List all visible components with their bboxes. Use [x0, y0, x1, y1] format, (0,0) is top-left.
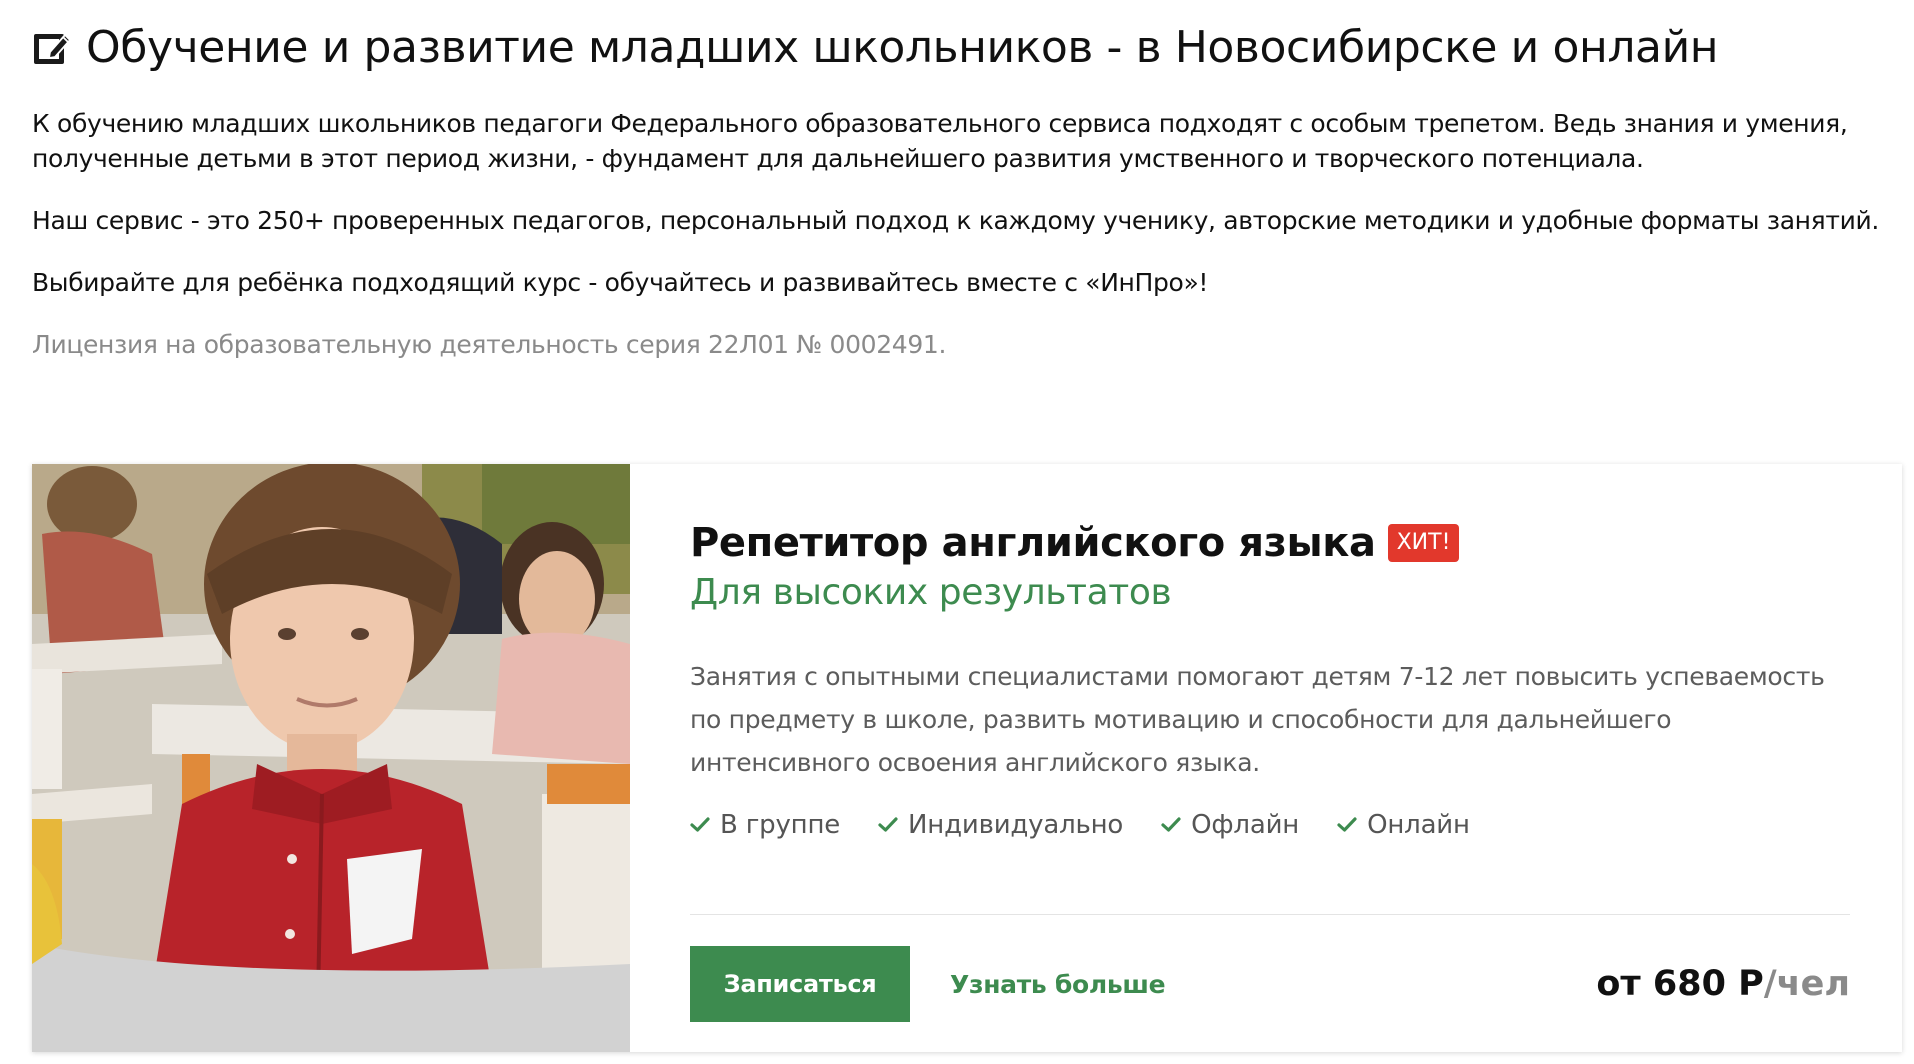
intro-paragraph: Выбирайте для ребёнка подходящий курс - … [32, 268, 1209, 297]
intro-paragraph: Наш сервис - это 250+ проверенных педаго… [32, 206, 1879, 235]
intro-text: К обучению младших школьников педагоги Ф… [32, 106, 1892, 389]
check-icon [1337, 817, 1357, 832]
check-icon [690, 817, 710, 832]
format-list: В группе Индивидуально Офлайн Онлайн [690, 810, 1850, 840]
course-description: Занятия с опытными специалистами помогаю… [690, 662, 1825, 777]
learn-more-link[interactable]: Узнать больше [950, 970, 1166, 999]
format-label: Онлайн [1367, 810, 1470, 840]
format-item: Офлайн [1161, 810, 1299, 840]
price-amount: от 680 Р [1596, 964, 1764, 1004]
course-subtitle: Для высоких результатов [690, 572, 1172, 613]
enroll-button[interactable]: Записаться [690, 946, 910, 1022]
card-actions: Записаться Узнать больше от 680 Р/чел [690, 946, 1850, 1022]
format-item: В группе [690, 810, 840, 840]
page: Обучение и развитие младших школьников -… [0, 0, 1914, 1064]
course-title[interactable]: Репетитор английского языка [690, 520, 1376, 566]
license-text: Лицензия на образовательную деятельность… [32, 330, 947, 359]
divider [690, 914, 1850, 915]
format-label: Индивидуально [908, 810, 1124, 840]
course-title-row: Репетитор английского языка ХИТ! [690, 520, 1850, 566]
course-photo-image [32, 464, 630, 1052]
format-label: В группе [720, 810, 841, 840]
format-label: Офлайн [1191, 810, 1300, 840]
format-item: Онлайн [1337, 810, 1470, 840]
edit-note-icon [34, 33, 72, 64]
check-icon [878, 817, 898, 832]
page-title: Обучение и развитие младших школьников -… [86, 22, 1719, 73]
intro-paragraph: К обучению младших школьников педагоги Ф… [32, 109, 1848, 173]
hit-badge: ХИТ! [1387, 524, 1460, 562]
course-photo [32, 464, 630, 1052]
format-item: Индивидуально [878, 810, 1123, 840]
course-card: Репетитор английского языка ХИТ! Для выс… [32, 464, 1902, 1052]
price-unit: /чел [1763, 964, 1850, 1004]
check-icon [1161, 817, 1181, 832]
page-header: Обучение и развитие младших школьников -… [32, 22, 1719, 73]
price: от 680 Р/чел [1596, 964, 1850, 1004]
course-info: Репетитор английского языка ХИТ! Для выс… [630, 464, 1910, 1052]
